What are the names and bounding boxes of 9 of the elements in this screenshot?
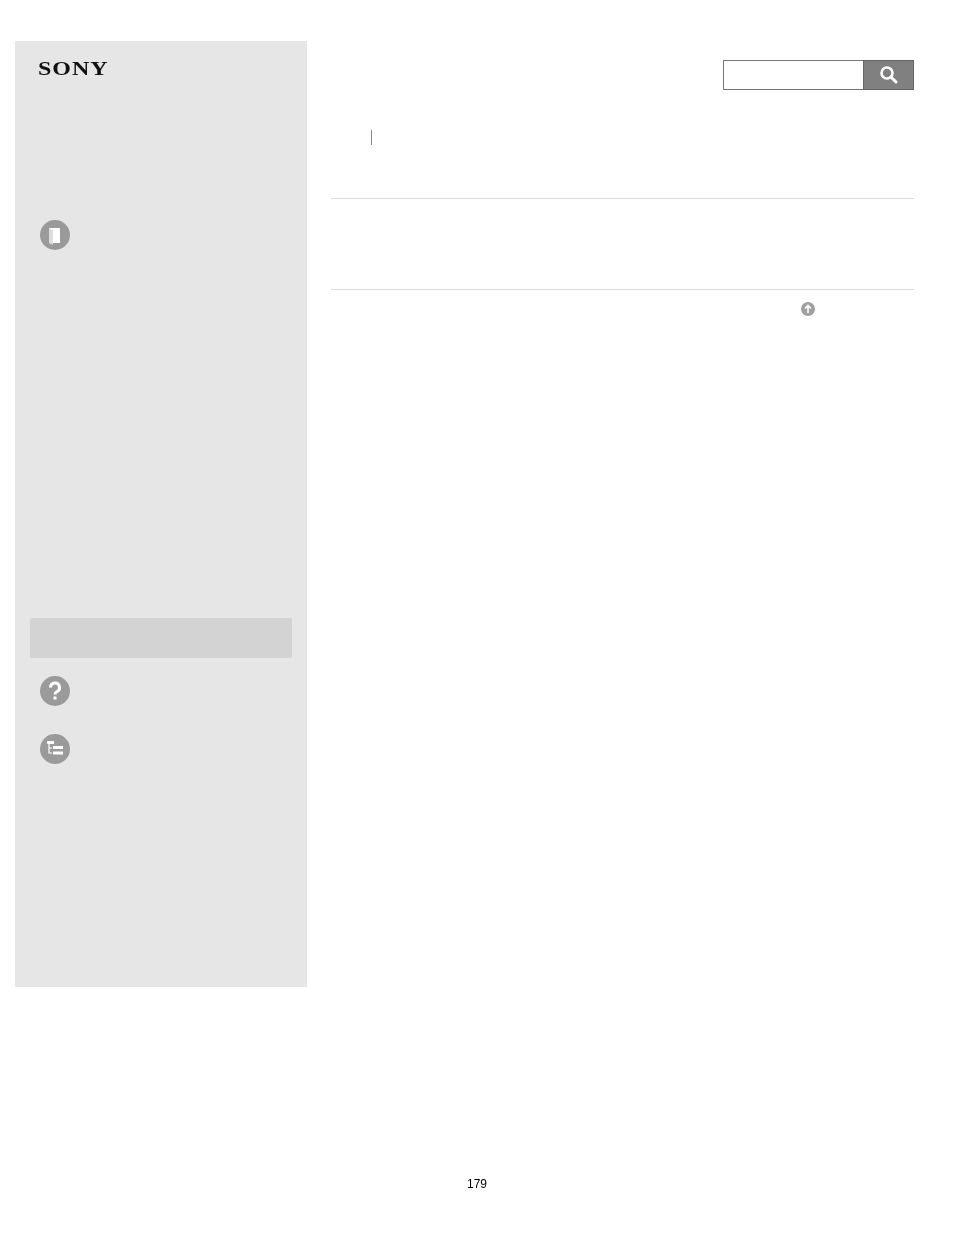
book-icon[interactable] bbox=[40, 220, 70, 250]
search-icon bbox=[878, 65, 899, 85]
back-to-top-icon[interactable] bbox=[801, 302, 815, 316]
search-field[interactable] bbox=[723, 60, 863, 90]
search-button[interactable] bbox=[863, 60, 914, 90]
help-icon[interactable] bbox=[40, 676, 70, 706]
page-number: 179 bbox=[466, 1177, 488, 1191]
tree-icon[interactable] bbox=[40, 734, 70, 764]
brand-logo[interactable]: SONY bbox=[38, 57, 109, 81]
